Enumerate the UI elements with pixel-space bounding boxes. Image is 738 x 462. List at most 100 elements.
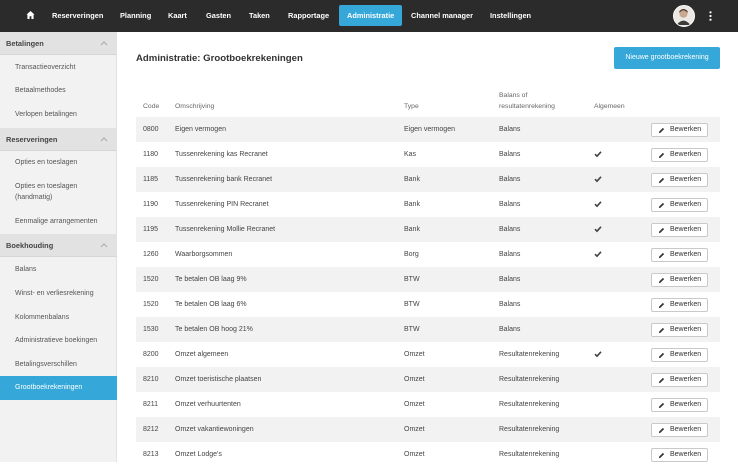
nav-administratie[interactable]: Administratie <box>339 5 403 26</box>
edit-button-label: Bewerken <box>670 401 702 408</box>
checkmark-icon <box>594 226 602 233</box>
pencil-icon <box>658 152 665 159</box>
nav-reserveringen[interactable]: Reserveringen <box>52 11 103 20</box>
pencil-icon <box>658 327 665 334</box>
cell-balance: Balans <box>499 251 521 258</box>
edit-button[interactable]: Bewerken <box>651 148 708 162</box>
nav-instellingen[interactable]: Instellingen <box>490 11 531 20</box>
cell-balance: Resultatenrekening <box>499 451 560 458</box>
checkmark-icon <box>594 201 602 208</box>
edit-button[interactable]: Bewerken <box>651 198 708 212</box>
edit-button[interactable]: Bewerken <box>651 173 708 187</box>
cell-type: BTW <box>404 301 420 308</box>
nav-channel-manager[interactable]: Channel manager <box>411 11 473 20</box>
edit-button[interactable]: Bewerken <box>651 223 708 237</box>
new-ledger-account-button[interactable]: Nieuwe grootboekrekening <box>614 47 720 69</box>
edit-button[interactable]: Bewerken <box>651 348 708 362</box>
cell-balance: Balans <box>499 326 521 333</box>
sidebar-group-label: Betalingen <box>6 39 44 48</box>
pencil-icon <box>658 177 665 184</box>
table-row: 8210 Omzet toeristische plaatsen Omzet Resu… <box>136 367 720 392</box>
edit-button[interactable]: Bewerken <box>651 323 708 337</box>
cell-type: Omzet <box>404 401 425 408</box>
table-row: 0800 Eigen vermogen Eigen vermogen Balans Be… <box>136 117 720 142</box>
sidebar-item-betaalmethodes[interactable]: Betaalmethodes <box>0 85 117 96</box>
cell-balance: Resultatenrekening <box>499 426 560 433</box>
sidebar-item-winst-en-verliesrekening[interactable]: Winst- en verliesrekening <box>0 288 117 299</box>
edit-button-label: Bewerken <box>670 301 702 308</box>
sidebar-group-reserveringen[interactable]: Reserveringen <box>0 128 117 151</box>
top-navigation: Reserveringen Planning Kaart Gasten Take… <box>0 0 738 32</box>
column-header-omschrijving: Omschrijving <box>175 103 215 110</box>
pencil-icon <box>658 402 665 409</box>
edit-button-label: Bewerken <box>670 226 702 233</box>
sidebar-item-opties-en-toeslagen[interactable]: Opties en toeslagen <box>0 157 117 168</box>
cell-type: Bank <box>404 226 420 233</box>
sidebar-item-balans[interactable]: Balans <box>0 264 117 275</box>
cell-code: 8211 <box>143 401 159 408</box>
edit-button[interactable]: Bewerken <box>651 423 708 437</box>
home-icon[interactable] <box>26 10 35 20</box>
cell-type: Omzet <box>404 451 425 458</box>
column-header-balans-line1: Balans of <box>499 92 528 99</box>
chevron-up-icon <box>100 137 108 142</box>
pencil-icon <box>658 352 665 359</box>
pencil-icon <box>658 252 665 259</box>
edit-button[interactable]: Bewerken <box>651 448 708 462</box>
edit-button[interactable]: Bewerken <box>651 273 708 287</box>
nav-planning[interactable]: Planning <box>120 11 151 20</box>
nav-taken[interactable]: Taken <box>249 11 270 20</box>
cell-balance: Resultatenrekening <box>499 401 560 408</box>
cell-balance: Resultatenrekening <box>499 351 560 358</box>
cell-description: Eigen vermogen <box>175 126 226 133</box>
pencil-icon <box>658 377 665 384</box>
table-row: 8213 Omzet Lodge's Omzet Resultatenrekening… <box>136 442 720 462</box>
sidebar-group-betalingen[interactable]: Betalingen <box>0 32 117 55</box>
edit-button[interactable]: Bewerken <box>651 373 708 387</box>
table-row: 8212 Omzet vakantiewoningen Omzet Resultate… <box>136 417 720 442</box>
sidebar-item-betalingsverschillen[interactable]: Betalingsverschillen <box>0 359 117 370</box>
pencil-icon <box>658 427 665 434</box>
nav-kaart[interactable]: Kaart <box>168 11 187 20</box>
sidebar-item-administratieve-boekingen[interactable]: Administratieve boekingen <box>0 335 117 346</box>
cell-code: 1180 <box>143 151 159 158</box>
table-row: 1190 Tussenrekening PIN Recranet Bank Balan… <box>136 192 720 217</box>
nav-gasten[interactable]: Gasten <box>206 11 231 20</box>
kebab-menu-icon[interactable] <box>709 11 712 21</box>
edit-button-label: Bewerken <box>670 126 702 133</box>
edit-button-label: Bewerken <box>670 426 702 433</box>
pencil-icon <box>658 202 665 209</box>
sidebar-item-eenmalige-arrangementen[interactable]: Eenmalige arrangementen <box>0 216 117 227</box>
cell-type: Bank <box>404 201 420 208</box>
edit-button[interactable]: Bewerken <box>651 398 708 412</box>
sidebar-item-transactieoverzicht[interactable]: Transactieoverzicht <box>0 62 117 73</box>
sidebar-item-opties-en-toeslagen-handmatig[interactable]: Opties en toeslagen (handmatig) <box>0 181 100 203</box>
cell-type: Bank <box>404 176 420 183</box>
cell-description: Omzet Lodge's <box>175 451 222 458</box>
cell-description: Tussenrekening kas Recranet <box>175 151 268 158</box>
edit-button[interactable]: Bewerken <box>651 298 708 312</box>
column-header-type: Type <box>404 103 419 110</box>
table-row: 1180 Tussenrekening kas Recranet Kas Balans… <box>136 142 720 167</box>
sidebar-item-kolommenbalans[interactable]: Kolommenbalans <box>0 312 117 323</box>
user-avatar-icon <box>674 6 693 25</box>
sidebar-item-verlopen-betalingen[interactable]: Verlopen betalingen <box>0 109 117 120</box>
edit-button-label: Bewerken <box>670 151 702 158</box>
cell-balance: Balans <box>499 126 521 133</box>
cell-code: 1260 <box>143 251 159 258</box>
edit-button[interactable]: Bewerken <box>651 248 708 262</box>
table-row: 1260 Waarborgsommen Borg Balans Bewerken <box>136 242 720 267</box>
nav-rapportage[interactable]: Rapportage <box>288 11 329 20</box>
table-row: 8200 Omzet algemeen Omzet Resultatenrekenin… <box>136 342 720 367</box>
cell-balance: Balans <box>499 301 521 308</box>
pencil-icon <box>658 302 665 309</box>
cell-type: BTW <box>404 276 420 283</box>
cell-type: Eigen vermogen <box>404 126 455 133</box>
edit-button-label: Bewerken <box>670 351 702 358</box>
column-header-code: Code <box>143 103 160 110</box>
sidebar-item-grootboekrekeningen[interactable]: Grootboekrekeningen <box>0 376 117 400</box>
user-avatar[interactable] <box>673 5 695 27</box>
sidebar: Betalingen Transactieoverzicht Betaalmet… <box>0 32 117 462</box>
edit-button[interactable]: Bewerken <box>651 123 708 137</box>
sidebar-group-boekhouding[interactable]: Boekhouding <box>0 234 117 257</box>
